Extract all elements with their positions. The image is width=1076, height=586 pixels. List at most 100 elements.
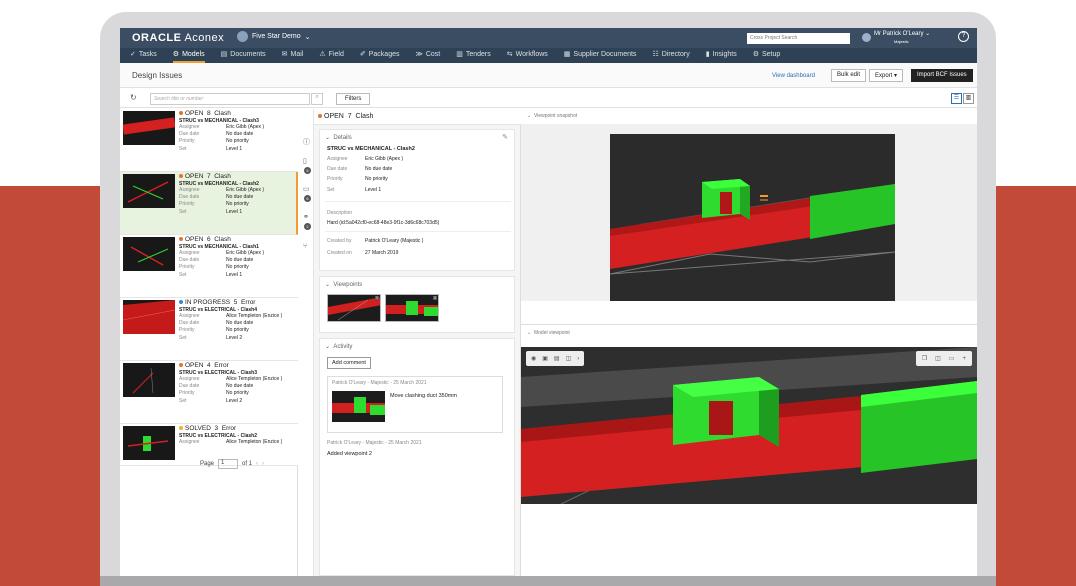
nav-label: Field <box>328 51 344 58</box>
document-icon[interactable]: ▯ <box>303 157 307 165</box>
cube-icon[interactable]: ◫ <box>935 355 941 362</box>
section-icon[interactable]: ▣ <box>542 355 548 362</box>
export-button[interactable]: Export ▾ <box>869 69 904 82</box>
refresh-icon[interactable]: ↻ <box>130 93 137 102</box>
field-value: Eric Gibb (Apex ) <box>226 124 265 130</box>
issue-status: OPEN 6 Clash <box>179 236 231 243</box>
field-label: Priority <box>179 327 195 333</box>
nav-tab-field[interactable]: ⚠ Field <box>319 48 343 63</box>
field-value: Level 2 <box>226 335 243 341</box>
bulk-edit-button[interactable]: Bulk edit <box>831 69 867 82</box>
filters-button[interactable]: Filters <box>336 93 371 105</box>
brand-logo[interactable]: ORACLE Aconex <box>132 32 224 44</box>
nav-label: Documents <box>230 51 266 58</box>
field-label: Priority <box>179 264 195 270</box>
prev-page-button[interactable]: ‹ <box>256 461 258 467</box>
issue-list-item[interactable]: OPEN 4 Error STRUC vs ELECTRICAL - Clash3… <box>120 361 298 424</box>
issue-list-item[interactable]: IN PROGRESS 5 Error STRUC vs ELECTRICAL -… <box>120 298 298 361</box>
workflow-icon[interactable]: ⑂ <box>303 243 307 250</box>
next-page-button[interactable]: › <box>262 461 264 467</box>
field-label: Priority <box>179 390 195 396</box>
nav-tab-supplier-documents[interactable]: ▦ Supplier Documents <box>564 48 637 63</box>
nav-label: Tasks <box>138 51 157 58</box>
nav-tab-packages[interactable]: ✐ Packages <box>360 48 400 63</box>
nav-tab-insights[interactable]: ▮ Insights <box>706 48 737 63</box>
page-label: Page <box>200 461 215 467</box>
comment-icon[interactable]: ▭ <box>303 185 310 193</box>
nav-label: Tenders <box>465 51 491 58</box>
nav-tab-tenders[interactable]: ▥ Tenders <box>456 48 491 63</box>
nav-tab-mail[interactable]: ✉ Mail <box>282 48 304 63</box>
import-bcf-button[interactable]: Import BCF Issues <box>911 69 973 82</box>
nav-tab-setup[interactable]: ⚙ Setup <box>753 48 781 63</box>
field-value: Level 1 <box>226 146 243 152</box>
description-value: Hard (id:5a042cf0-ec68-48e3-9f1c-3d6c68c… <box>327 220 440 226</box>
details-section-toggle[interactable]: ⌄ Details <box>325 134 352 141</box>
cross-project-search-input[interactable]: Cross Project Search <box>747 33 850 44</box>
viewpoints-section-toggle[interactable]: ⌄ Viewpoints <box>325 281 362 288</box>
view-dashboard-link[interactable]: View dashboard <box>772 73 815 79</box>
search-icon[interactable]: ⌕ <box>839 32 843 40</box>
link-icon[interactable]: ⚭ <box>303 213 309 221</box>
page-input[interactable]: 1 <box>218 459 239 469</box>
main-nav: ✓ Tasks ⚙ Models ▤ Documents ✉ Mail ⚠ Field ✐ Packa… <box>120 48 977 63</box>
due-label: Due date <box>327 166 348 172</box>
field-value: No due date <box>226 257 254 263</box>
grid-view-icon[interactable]: ▥ <box>963 93 974 104</box>
viewpoint-thumbnail-1[interactable]: 1 <box>327 294 381 322</box>
activity-thumbnail[interactable] <box>332 391 385 422</box>
field-value: Level 2 <box>226 398 243 404</box>
model-viewpoint-header[interactable]: ⌄ Model viewpoint <box>527 330 570 336</box>
assignee-label: Assignee <box>327 156 348 162</box>
viewpoint-thumbnail-2[interactable]: 2 <box>385 294 439 322</box>
layers-icon[interactable]: ▤ <box>554 355 560 362</box>
viewer-panel: ⌄ Viewpoint snapshot ⌄ Model viewpoint ◉… <box>521 109 977 576</box>
eye-icon[interactable]: ◉ <box>531 355 536 362</box>
project-icon <box>237 31 248 42</box>
field-label: Due date <box>179 131 200 137</box>
status-dot <box>179 174 183 179</box>
due-value: No due date <box>365 166 393 172</box>
plus-icon[interactable]: + <box>962 356 966 362</box>
user-menu[interactable]: Mr Patrick O'Leary ⌄ Majestic <box>862 31 930 45</box>
search-input[interactable]: Search title or number <box>150 93 310 105</box>
nav-tab-workflows[interactable]: ⇆ Workflows <box>507 48 548 63</box>
field-value: No due date <box>226 194 254 200</box>
nav-tab-documents[interactable]: ▤ Documents <box>221 48 266 63</box>
packages-icon: ✐ <box>359 51 366 58</box>
nav-tab-directory[interactable]: ☷ Directory <box>652 48 689 63</box>
nav-tab-models[interactable]: ⚙ Models <box>172 48 205 63</box>
search-icon[interactable]: ⌕ <box>311 93 323 105</box>
models-icon: ⚙ <box>172 51 180 58</box>
measure-icon[interactable]: ▭ <box>949 355 955 362</box>
add-comment-button[interactable]: Add comment <box>327 357 371 369</box>
detail-icon-bar: ⓘ ▯ 5 ▭ 6 ⚭ 2 ⑂ <box>300 109 314 576</box>
nav-label: Insights <box>712 51 737 58</box>
issue-title: STRUC vs MECHANICAL - Clash2 <box>327 146 415 152</box>
project-selector[interactable]: Five Star Demo ⌄ <box>237 31 311 42</box>
status-dot <box>179 426 183 431</box>
list-view-icon[interactable]: ☰ <box>951 93 962 104</box>
field-label: Assignee <box>179 439 200 445</box>
chevron-right-icon[interactable]: › <box>577 356 579 362</box>
info-icon[interactable]: ⓘ <box>303 137 310 147</box>
activity-section-toggle[interactable]: ⌄ Activity <box>325 343 352 350</box>
box-icon[interactable]: ◫ <box>566 355 572 362</box>
edit-icon[interactable]: ✎ <box>502 133 508 141</box>
nav-tab-cost[interactable]: ≫ Cost <box>415 48 440 63</box>
field-label: Assignee <box>179 313 200 319</box>
supplier-icon: ▦ <box>563 51 571 58</box>
issue-list-item[interactable]: OPEN 6 Clash STRUC vs MECHANICAL - Clash1… <box>120 235 298 298</box>
model-viewer-canvas[interactable]: ◉ ▣ ▤ ◫ › ❐ ◫ ▭ + <box>521 347 977 504</box>
viewer-tools-left: ◉ ▣ ▤ ◫ › <box>526 351 585 366</box>
copy-icon[interactable]: ❐ <box>922 355 927 362</box>
field-value: Alice Templeton (Enzice ) <box>226 376 283 382</box>
issue-thumbnail <box>123 363 175 397</box>
snapshot-header[interactable]: ⌄ Viewpoint snapshot <box>527 113 577 119</box>
issue-list-item[interactable]: OPEN 8 Clash STRUC vs MECHANICAL - Clash3… <box>120 109 298 172</box>
issue-list-item[interactable]: OPEN 7 Clash STRUC vs MECHANICAL - Clash2… <box>120 172 298 235</box>
help-icon[interactable]: ? <box>958 31 969 42</box>
list-toolbar: ↻ Search title or number ⌕ Filters ☰ ▥ <box>120 88 977 108</box>
nav-tab-tasks[interactable]: ✓ Tasks <box>130 48 157 63</box>
field-value: Alice Templeton (Enzice ) <box>226 439 283 445</box>
